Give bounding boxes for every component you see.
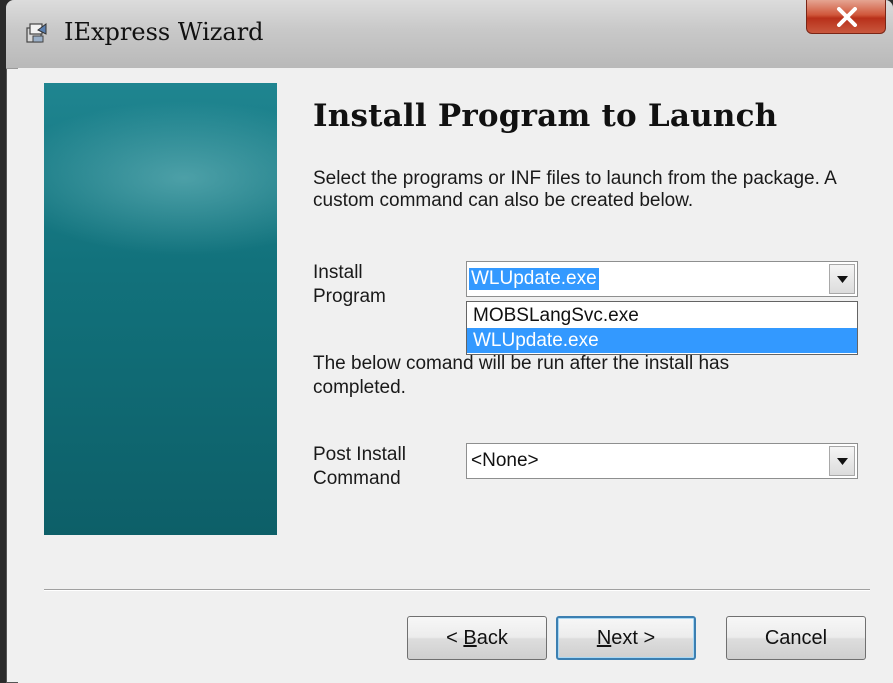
wizard-side-banner [44, 83, 277, 535]
post-install-label-line1: Post Install [313, 444, 406, 465]
page-title: Install Program to Launch [313, 98, 778, 134]
wizard-content: Install Program to Launch Select the pro… [18, 68, 893, 683]
install-program-dropdown-list[interactable]: MOBSLangSvc.exe WLUpdate.exe [466, 301, 858, 355]
install-program-dropdown-button[interactable] [829, 264, 855, 294]
iexpress-app-icon [26, 23, 47, 43]
chevron-down-icon [837, 458, 848, 465]
install-program-label-line1: Install [313, 262, 363, 283]
list-item[interactable]: WLUpdate.exe [467, 328, 857, 353]
wizard-window: IExpress Wizard Install Program to Launc… [6, 0, 893, 683]
back-label: ack [476, 627, 508, 649]
install-program-combobox[interactable]: WLUpdate.exe [466, 261, 858, 297]
chevron-down-icon [837, 276, 848, 283]
post-install-note: The below comand will be run after the i… [313, 353, 730, 398]
title-bar[interactable]: IExpress Wizard [6, 0, 893, 69]
page-description: Select the programs or INF files to laun… [313, 168, 836, 211]
install-program-label-line2: Program [313, 286, 386, 307]
button-separator [44, 589, 870, 591]
window-title: IExpress Wizard [64, 18, 264, 46]
next-button[interactable]: Next > [556, 616, 696, 660]
post-install-label-line2: Command [313, 468, 401, 489]
back-mnemonic: B [463, 627, 477, 649]
close-button[interactable] [806, 0, 886, 34]
install-program-value: WLUpdate.exe [469, 268, 599, 290]
install-program-label: Install Program [313, 261, 386, 309]
list-item[interactable]: MOBSLangSvc.exe [467, 303, 857, 328]
post-install-dropdown-button[interactable] [829, 446, 855, 476]
next-mnemonic: N [596, 627, 612, 649]
cancel-button[interactable]: Cancel [726, 616, 866, 660]
next-label: ext > [611, 627, 656, 649]
back-button[interactable]: < Back [407, 616, 547, 660]
post-install-label: Post Install Command [313, 443, 406, 491]
close-icon [837, 7, 857, 27]
post-install-command-combobox[interactable]: <None> [466, 443, 858, 479]
back-prefix: < [446, 627, 464, 649]
post-install-command-value: <None> [471, 450, 539, 471]
